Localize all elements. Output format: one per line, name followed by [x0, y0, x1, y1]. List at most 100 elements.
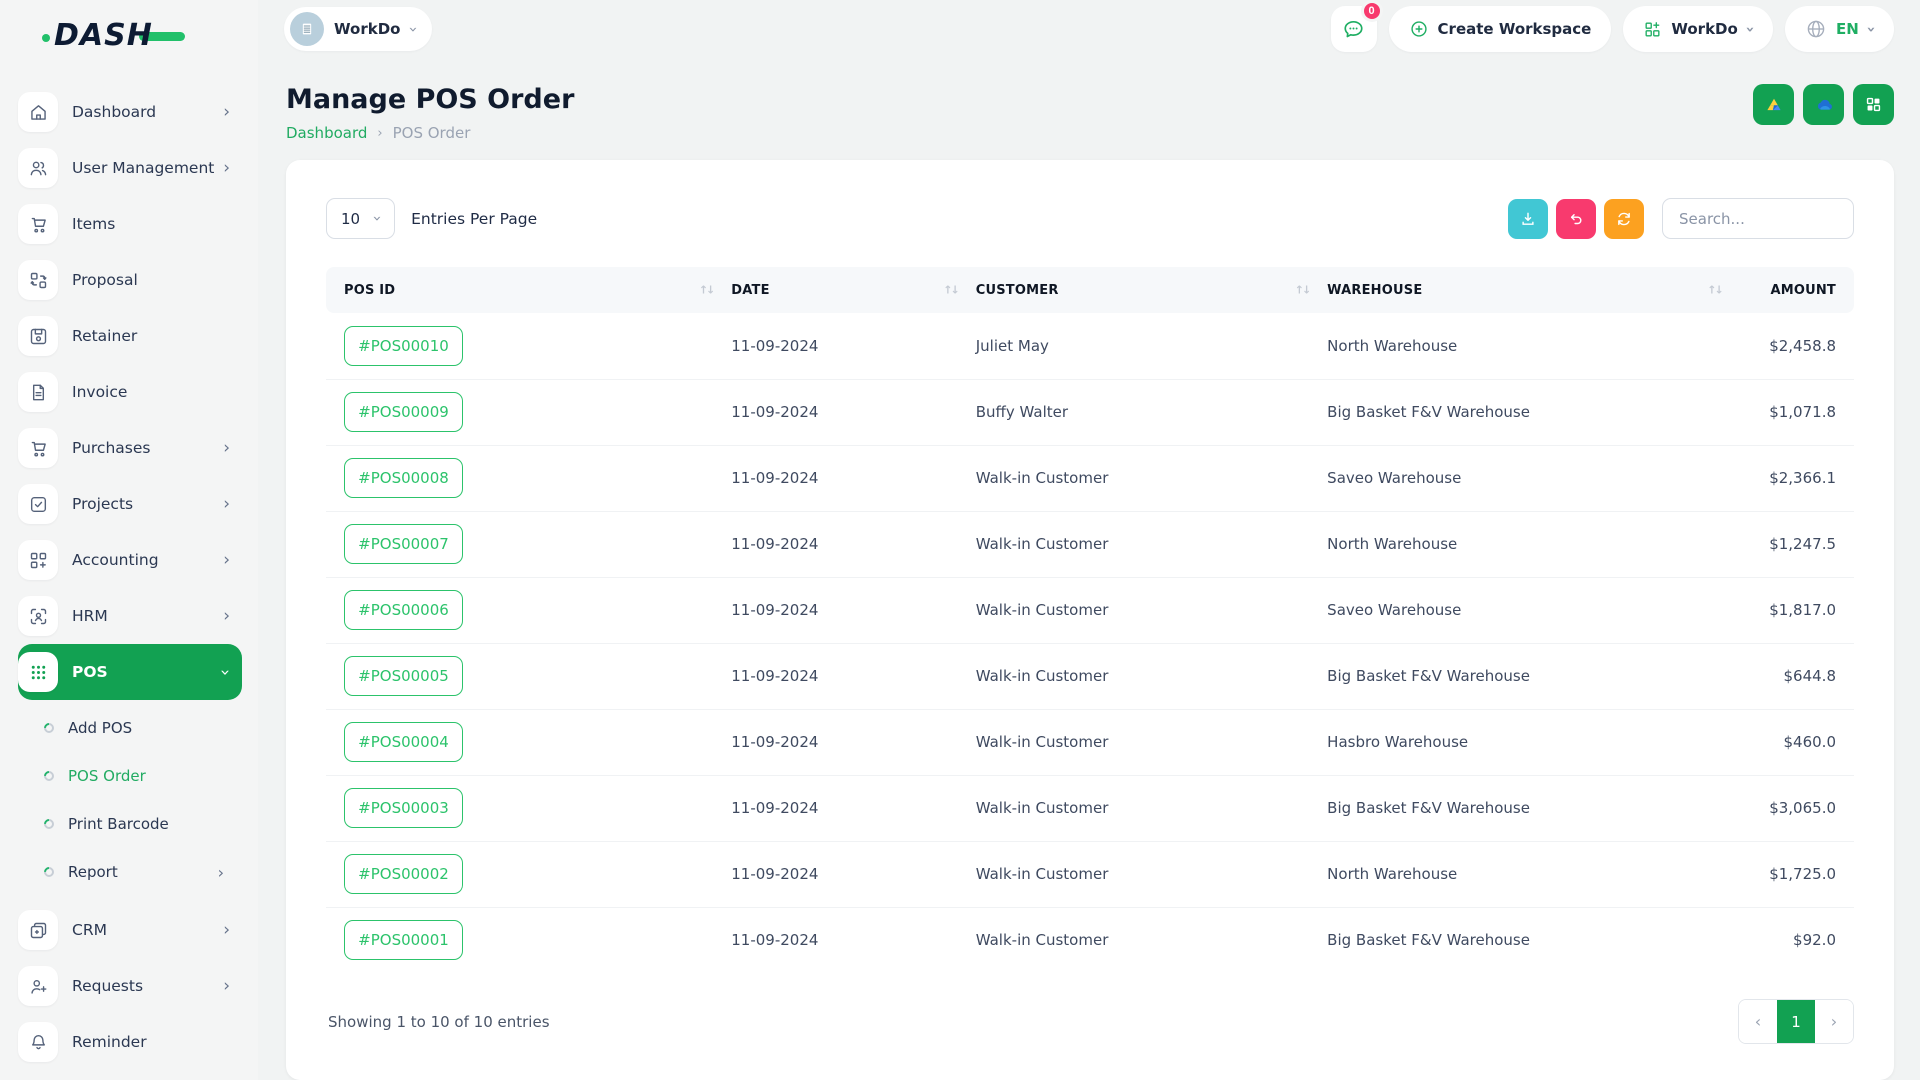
pos-order-table: POS ID↑↓DATE↑↓CUSTOMER↑↓WAREHOUSE↑↓AMOUN… [326, 267, 1854, 973]
cell-customer: Buffy Walter [968, 379, 1319, 445]
sidebar-item-invoice[interactable]: Invoice [18, 364, 242, 420]
sort-icon[interactable]: ↑↓ [1707, 284, 1721, 297]
entries-per-page-select[interactable]: 10 › [326, 198, 395, 239]
table-row: #POS0000711-09-2024Walk-in CustomerNorth… [326, 511, 1854, 577]
sidebar-item-retainer[interactable]: Retainer [18, 308, 242, 364]
create-workspace-button[interactable]: Create Workspace [1389, 6, 1612, 52]
grid-icon [1864, 95, 1883, 114]
invoice-icon [18, 372, 58, 412]
table-row: #POS0000111-09-2024Walk-in CustomerBig B… [326, 907, 1854, 973]
column-header-customer[interactable]: CUSTOMER↑↓ [968, 267, 1319, 313]
showing-entries-text: Showing 1 to 10 of 10 entries [326, 1013, 550, 1031]
sidebar-item-hrm[interactable]: HRM› [18, 588, 242, 644]
messages-button[interactable]: 0 [1331, 6, 1377, 52]
pos-id-button[interactable]: #POS00006 [344, 590, 463, 630]
pagination-next-button[interactable]: › [1815, 1000, 1853, 1043]
pos-order-card: 10 › Entries Per Page [286, 160, 1894, 1080]
breadcrumb-dashboard-link[interactable]: Dashboard [286, 124, 367, 142]
sidebar-subitem-report[interactable]: Report› [0, 848, 258, 896]
export-button[interactable] [1508, 199, 1548, 239]
onedrive-button[interactable] [1803, 84, 1844, 125]
refresh-button[interactable] [1604, 199, 1644, 239]
sidebar-item-requests[interactable]: Requests› [18, 958, 242, 1014]
sidebar-item-crm[interactable]: CRM› [18, 902, 242, 958]
column-header-label: DATE [731, 283, 769, 298]
pos-id-button[interactable]: #POS00005 [344, 656, 463, 696]
sidebar-item-dashboard[interactable]: Dashboard› [18, 84, 242, 140]
table-row: #POS0000911-09-2024Buffy WalterBig Baske… [326, 379, 1854, 445]
pos-id-button[interactable]: #POS00009 [344, 392, 463, 432]
column-header-label: POS ID [344, 283, 395, 298]
sidebar-item-pos[interactable]: POS› [18, 644, 242, 700]
column-header-label: WAREHOUSE [1327, 283, 1422, 298]
sort-icon[interactable]: ↑↓ [699, 284, 713, 297]
pos-id-button[interactable]: #POS00007 [344, 524, 463, 564]
chevron-down-icon: › [406, 26, 421, 32]
sidebar-item-label: CRM [72, 921, 223, 939]
sidebar-item-items[interactable]: Items [18, 196, 242, 252]
cell-customer: Walk-in Customer [968, 709, 1319, 775]
cell-warehouse: Saveo Warehouse [1319, 577, 1732, 643]
column-header-label: AMOUNT [1770, 283, 1836, 298]
sidebar-subitem-add-pos[interactable]: Add POS [0, 704, 258, 752]
sidebar-item-label: Proposal [72, 271, 242, 289]
breadcrumb-current: POS Order [393, 124, 471, 142]
workspace-selector[interactable]: WorkDo › [284, 7, 432, 51]
search-input[interactable] [1662, 198, 1854, 239]
pos-id-button[interactable]: #POS00002 [344, 854, 463, 894]
pos-id-button[interactable]: #POS00004 [344, 722, 463, 762]
table-row: #POS0000211-09-2024Walk-in CustomerNorth… [326, 841, 1854, 907]
cell-pos-id: #POS00006 [326, 577, 723, 643]
breadcrumb: Dashboard › POS Order [286, 124, 574, 142]
column-header-pos-id[interactable]: POS ID ↑↓ [326, 267, 723, 313]
messages-badge: 0 [1361, 0, 1383, 22]
sidebar: DASH Dashboard›User Management›ItemsProp… [0, 0, 258, 1080]
reset-button[interactable] [1556, 199, 1596, 239]
sidebar-item-proposal[interactable]: Proposal [18, 252, 242, 308]
sidebar-item-label: Accounting [72, 551, 223, 569]
pos-id-button[interactable]: #POS00008 [344, 458, 463, 498]
workspace-switcher-button[interactable]: WorkDo › [1623, 6, 1773, 52]
cell-amount: $92.0 [1732, 907, 1854, 973]
pagination-prev-button[interactable]: ‹ [1739, 1000, 1777, 1043]
sidebar-subitem-print-barcode[interactable]: Print Barcode [0, 800, 258, 848]
bell-icon [18, 1022, 58, 1062]
sidebar-subitem-pos-order[interactable]: POS Order [0, 752, 258, 800]
sidebar-item-user-management[interactable]: User Management› [18, 140, 242, 196]
cell-date: 11-09-2024 [723, 841, 967, 907]
sort-icon[interactable]: ↑↓ [1295, 284, 1309, 297]
language-selector[interactable]: EN › [1785, 6, 1894, 52]
google-drive-button[interactable] [1753, 84, 1794, 125]
sort-icon[interactable]: ↑↓ [943, 284, 957, 297]
refresh-icon [1615, 210, 1633, 228]
pos-id-button[interactable]: #POS00010 [344, 326, 463, 366]
google-drive-icon [1763, 94, 1785, 116]
pagination-page-1-button[interactable]: 1 [1777, 1000, 1815, 1043]
pos-id-button[interactable]: #POS00003 [344, 788, 463, 828]
grid-view-button[interactable] [1853, 84, 1894, 125]
plus-circle-icon [1409, 19, 1429, 39]
cell-amount: $460.0 [1732, 709, 1854, 775]
column-header-warehouse[interactable]: WAREHOUSE ↑↓ [1319, 267, 1732, 313]
column-header-amount[interactable]: AMOUNT [1732, 267, 1854, 313]
app-logo[interactable]: DASH [0, 14, 258, 58]
table-toolbar: 10 › Entries Per Page [326, 198, 1854, 239]
sidebar-item-accounting[interactable]: Accounting› [18, 532, 242, 588]
page-header: Manage POS Order Dashboard › POS Order [258, 58, 1920, 156]
column-header-date[interactable]: DATE ↑↓ [723, 267, 967, 313]
cell-date: 11-09-2024 [723, 313, 967, 379]
sidebar-item-reminder[interactable]: Reminder [18, 1014, 242, 1070]
workspace-name: WorkDo [334, 20, 400, 38]
sidebar-item-label: Reminder [72, 1033, 242, 1051]
chevron-right-icon: › [223, 922, 230, 939]
sidebar-item-projects[interactable]: Projects› [18, 476, 242, 532]
sidebar-item-label: User Management [72, 159, 223, 177]
language-code: EN [1836, 20, 1859, 38]
sidebar-item-label: Items [72, 215, 242, 233]
accounting-icon [18, 540, 58, 580]
chevron-right-icon: › [223, 440, 230, 457]
cell-amount: $644.8 [1732, 643, 1854, 709]
title-block: Manage POS Order Dashboard › POS Order [286, 84, 574, 142]
sidebar-item-purchases[interactable]: Purchases› [18, 420, 242, 476]
pos-id-button[interactable]: #POS00001 [344, 920, 463, 960]
